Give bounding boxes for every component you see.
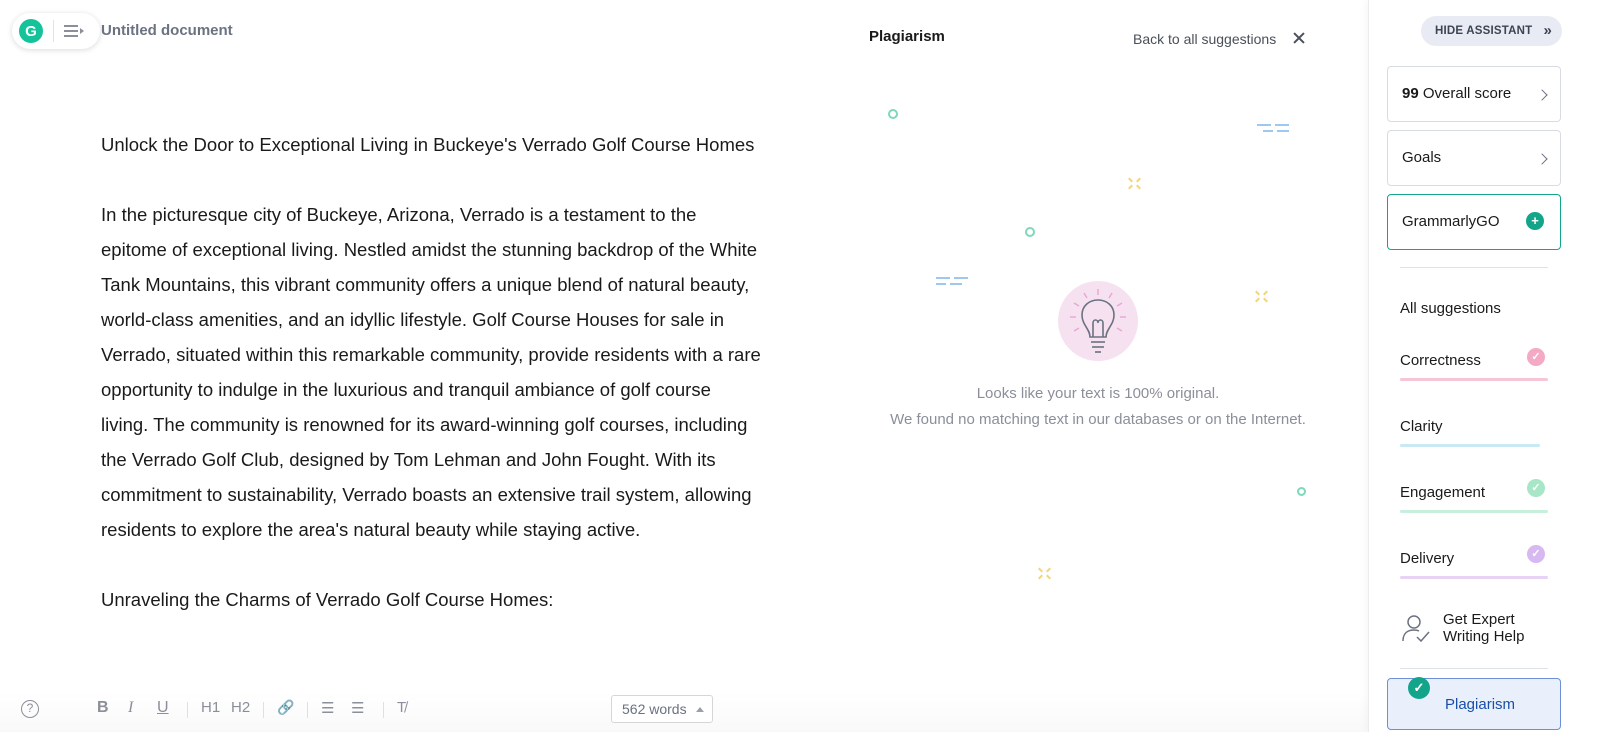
goals-card[interactable]: Goals [1387,130,1561,186]
caret-up-icon [696,707,704,712]
grammarlygo-label: GrammarlyGO [1402,213,1500,230]
editor-subheading[interactable]: Unraveling the Charms of Verrado Golf Co… [101,582,761,617]
heading2-button[interactable]: H2 [231,699,250,716]
category-clarity[interactable]: Clarity [1400,418,1443,435]
hide-assistant-button[interactable]: HIDE ASSISTANT » [1421,16,1562,46]
original-message: Looks like your text is 100% original. [976,385,1220,402]
goals-label: Goals [1402,149,1442,166]
link-icon[interactable]: 🔗 [277,699,294,716]
document-title[interactable]: Untitled document [101,22,233,39]
divider [1400,668,1548,669]
decor-lines [1257,124,1291,134]
double-chevron-icon: » [1543,22,1552,39]
decor-circle [888,109,898,119]
category-delivery[interactable]: Delivery [1400,550,1454,567]
italic-button[interactable]: I [128,699,133,717]
category-correctness[interactable]: Correctness [1400,352,1481,369]
check-icon: ✓ [1527,348,1545,366]
plagiarism-card[interactable]: ✓ Plagiarism [1387,677,1561,730]
panel-title: Plagiarism [869,28,945,45]
category-bar [1400,510,1548,513]
close-icon[interactable] [1291,30,1307,46]
bullet-list-icon[interactable]: ☰ [351,699,364,717]
logo-letter: G [25,22,37,40]
word-count-label: 562 words [622,701,687,717]
hide-assistant-label: HIDE ASSISTANT [1435,25,1533,37]
divider [307,702,308,718]
app-menu-pill[interactable]: G [12,13,100,49]
category-bar [1400,576,1548,579]
divider [1400,267,1548,268]
divider [53,20,54,42]
editor-paragraph[interactable]: In the picturesque city of Buckeye, Ariz… [101,197,761,547]
score-label: Overall score [1422,85,1512,102]
no-match-message: We found no matching text in our databas… [890,411,1306,428]
heading1-button[interactable]: H1 [201,699,220,716]
decor-lines [936,277,970,287]
clear-format-icon[interactable]: T̸ [397,699,406,716]
chevron-right-icon [1536,153,1548,165]
score-value: 99 [1402,85,1419,102]
check-icon: ✓ [1408,677,1430,699]
expert-person-icon[interactable] [1402,613,1430,643]
category-engagement[interactable]: Engagement [1400,484,1485,501]
decor-sparkle [1255,290,1269,304]
chevron-right-icon [1536,89,1548,101]
check-icon: ✓ [1527,545,1545,563]
overall-score-text: 99 Overall score [1402,85,1511,102]
divider [383,702,384,718]
underline-button[interactable]: U [157,699,169,717]
decor-sparkle [1128,177,1142,191]
check-icon: ✓ [1527,479,1545,497]
help-icon[interactable]: ? [21,700,39,718]
decor-sparkle [1038,567,1052,581]
word-count-button[interactable]: 562 words [611,695,713,723]
divider [263,702,264,718]
decor-circle [1025,227,1035,237]
overall-score-card[interactable]: 99 Overall score [1387,66,1561,122]
divider [187,702,188,718]
editor-heading[interactable]: Unlock the Door to Exceptional Living in… [101,127,761,162]
bold-button[interactable]: B [97,699,109,717]
document-editor[interactable]: Unlock the Door to Exceptional Living in… [101,127,761,617]
lightbulb-icon [1058,281,1138,361]
grammarlygo-card[interactable]: GrammarlyGO + [1387,194,1561,250]
grammarly-logo-icon[interactable]: G [19,19,43,43]
ordered-list-icon[interactable]: ☰ [321,699,334,717]
bulb-plus-icon: + [1526,212,1544,230]
all-suggestions-link[interactable]: All suggestions [1400,300,1501,317]
expert-help-link[interactable]: Get Expert Writing Help [1443,611,1553,645]
hamburger-menu-icon[interactable] [64,24,84,38]
plagiarism-label: Plagiarism [1445,696,1516,713]
back-to-suggestions-link[interactable]: Back to all suggestions [1133,31,1276,47]
decor-circle [1297,487,1306,496]
category-bar [1400,378,1548,381]
format-toolbar: ? B I U H1 H2 🔗 ☰ ☰ T̸ 562 words [0,692,1368,732]
category-bar [1400,444,1540,447]
